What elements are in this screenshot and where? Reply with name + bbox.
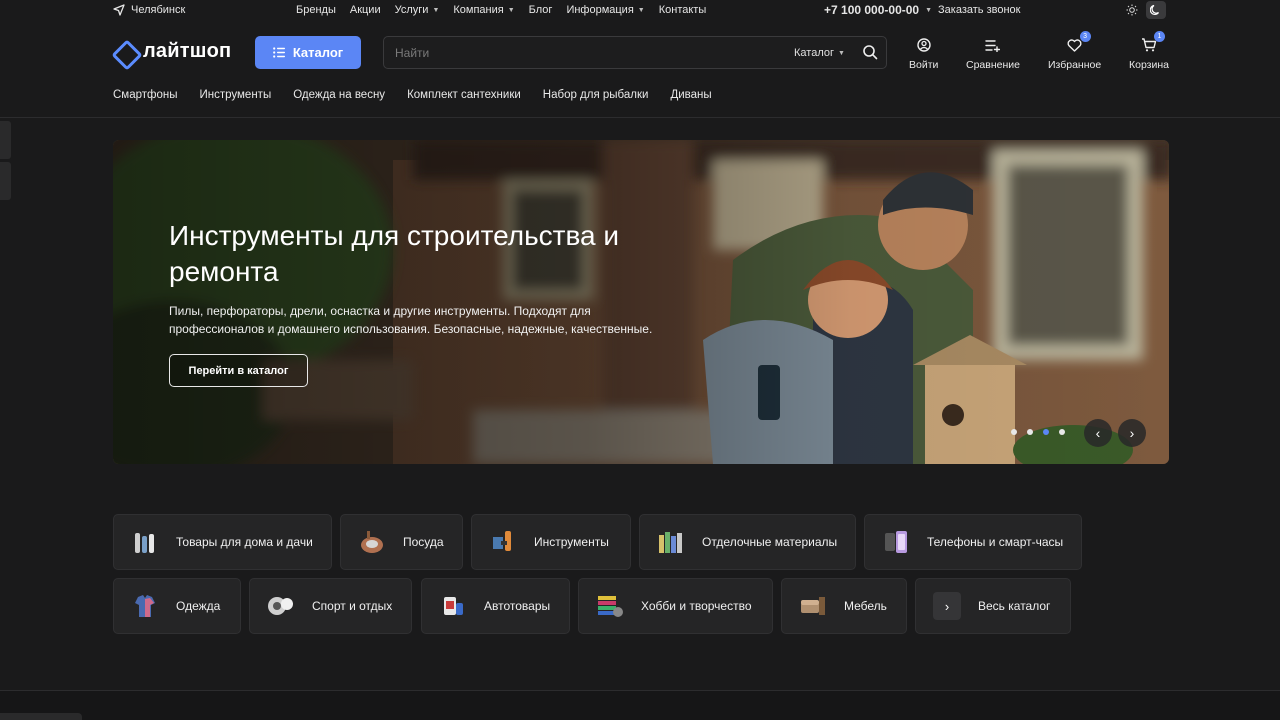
top-nav-company[interactable]: Компания ▼ [453,4,514,16]
slider-dot[interactable] [1027,429,1033,435]
city-name: Челябинск [131,4,186,16]
sport-icon [268,597,293,615]
footer-chip [0,713,82,720]
category-cookware[interactable]: Посуда [340,514,463,570]
category-hobby[interactable]: Хобби и творчество [578,578,773,634]
category-sport-leisure[interactable]: Спорт и отдых [249,578,412,634]
callback-link[interactable]: Заказать звонок [938,4,1020,16]
user-icon [915,36,933,54]
caret-down-icon: ▼ [432,6,440,14]
header: лайтшоп Каталог Каталог ▼ Войти [0,30,1280,76]
top-nav-sales[interactable]: Акции [350,4,381,16]
top-nav-info[interactable]: Информация ▼ [566,4,644,16]
hero-catalog-button[interactable]: Перейти в каталог [169,354,308,387]
phone-block: +7 100 000-00-00 ▼ Заказать звонок [824,3,1020,17]
top-nav-brands[interactable]: Бренды [296,4,336,16]
slider-dot[interactable] [1011,429,1017,435]
top-nav-contacts[interactable]: Контакты [659,4,707,16]
hero-subtitle: Пилы, перфораторы, дрели, оснастка и дру… [169,304,653,336]
search-scope-select[interactable]: Каталог ▼ [794,47,845,59]
chevron-right-icon: › [933,592,961,620]
quick-link-plumbing[interactable]: Комплект сантехники [407,89,521,101]
top-bar: Челябинск Бренды Акции Услуги ▼ Компания ▼… [0,0,1280,22]
clothes-icon [135,595,155,617]
materials-icon [659,532,682,553]
chevron-left-icon: ‹ [1095,425,1101,441]
side-tab[interactable] [0,162,11,200]
heart-icon: 3 [1066,31,1091,54]
top-nav-services[interactable]: Услуги ▼ [395,4,440,16]
caret-down-icon: ▼ [838,49,845,57]
header-divider [0,117,1280,118]
chevron-right-icon: › [1129,425,1135,441]
favorites-badge: 3 [1079,31,1091,42]
search-bar: Каталог ▼ [383,36,887,69]
quick-link-sofas[interactable]: Диваны [670,89,711,101]
category-finishing-materials[interactable]: Отделочные материалы [639,514,856,570]
list-icon [272,47,285,58]
hobby-icon [598,596,623,617]
hero-banner: Инструменты для строительства и ремонта … [113,140,1169,464]
top-nav: Бренды Акции Услуги ▼ Компания ▼ Блог Инфо… [296,4,706,16]
hero-title: Инструменты для строительства и ремонта [169,220,620,287]
quick-link-smartphones[interactable]: Смартфоны [113,89,178,101]
top-nav-blog[interactable]: Блог [529,4,553,16]
quick-link-tools[interactable]: Инструменты [200,89,272,101]
slider-dot-active[interactable] [1043,429,1049,435]
category-furniture[interactable]: Мебель [781,578,907,634]
slider-dots [1011,429,1065,435]
logo-text: лайтшоп [143,40,232,62]
caret-down-icon[interactable]: ▼ [925,7,932,14]
quick-links: Смартфоны Инструменты Одежда на весну Ко… [113,89,712,101]
logo-mark-icon [113,41,135,63]
home-goods-icon [135,533,154,553]
category-all-catalog[interactable]: › Весь каталог [915,578,1071,634]
search-input[interactable] [384,45,774,60]
location-arrow-icon [113,4,125,16]
caret-down-icon: ▼ [507,6,515,14]
furniture-icon [801,597,825,615]
slider-dot[interactable] [1059,429,1065,435]
search-icon[interactable] [862,44,878,60]
tools-icon [493,531,511,551]
catalog-button[interactable]: Каталог [255,36,361,69]
cart-badge: 1 [1154,31,1165,42]
auto-icon [444,597,463,615]
category-phones-watches[interactable]: Телефоны и смарт-часы [864,514,1082,570]
compare-button[interactable]: Сравнение [966,36,1020,71]
logo[interactable]: лайтшоп [113,40,231,63]
cart-icon: 1 [1140,31,1165,54]
city-selector[interactable]: Челябинск [113,4,185,16]
category-auto[interactable]: Автотовары [421,578,570,634]
category-home-garden[interactable]: Товары для дома и дачи [113,514,332,570]
theme-switcher [1122,1,1166,19]
slider-next-button[interactable]: › [1118,419,1146,447]
phone-icon [885,531,907,553]
side-tab[interactable] [0,121,11,159]
sun-icon[interactable] [1122,1,1142,19]
cart-button[interactable]: 1 Корзина [1129,31,1169,71]
phone-number[interactable]: +7 100 000-00-00 [824,3,919,17]
login-button[interactable]: Войти [909,36,938,71]
footer [0,691,1280,720]
compare-icon [984,36,1002,54]
category-clothes[interactable]: Одежда [113,578,241,634]
favorites-button[interactable]: 3 Избранное [1048,31,1101,71]
category-tools[interactable]: Инструменты [471,514,631,570]
quick-link-fishing[interactable]: Набор для рыбалки [543,89,649,101]
cookware-icon [361,531,383,553]
quick-link-spring-clothes[interactable]: Одежда на весну [293,89,385,101]
slider-prev-button[interactable]: ‹ [1084,419,1112,447]
caret-down-icon: ▼ [637,6,645,14]
moon-icon[interactable] [1146,1,1166,19]
